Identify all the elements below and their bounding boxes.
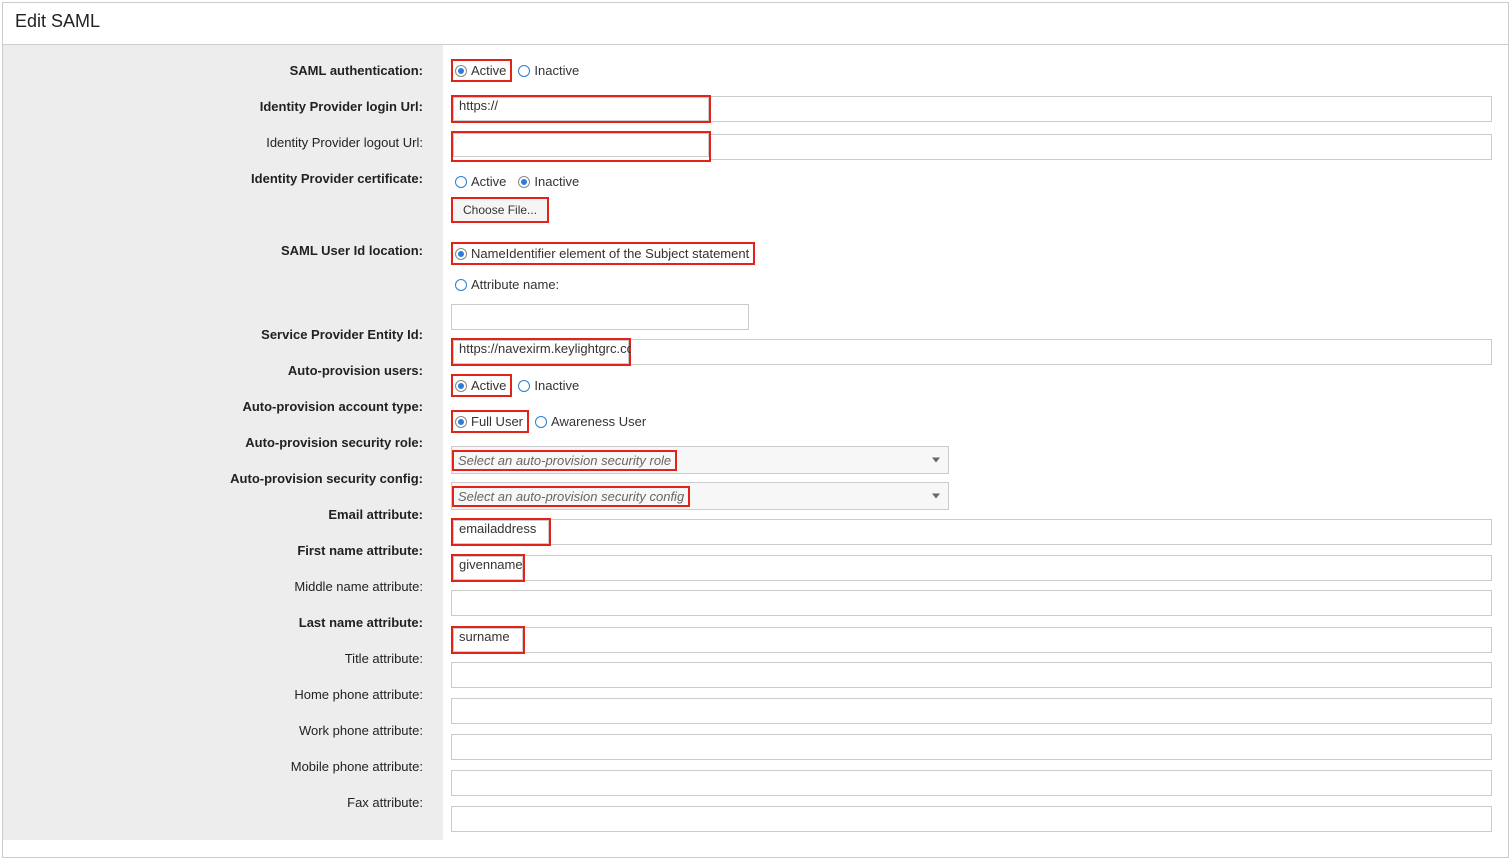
label-auto-prov-role: Auto-provision security role: — [3, 429, 435, 450]
label-first-name: First name attribute: — [3, 537, 435, 558]
edit-saml-page: Edit SAML SAML authentication: Identity … — [2, 2, 1509, 858]
idp-login-input-rest[interactable] — [711, 96, 1492, 122]
label-idp-logout: Identity Provider logout Url: — [3, 129, 435, 150]
work-phone-attr-input[interactable] — [451, 734, 1492, 760]
form-area: SAML authentication: Identity Provider l… — [3, 45, 1508, 840]
mobile-phone-attr-input[interactable] — [451, 770, 1492, 796]
label-saml-auth: SAML authentication: — [3, 57, 435, 78]
radio-auto-prov-awareness[interactable]: Awareness User — [531, 410, 652, 433]
radio-dot-icon — [518, 176, 530, 188]
email-attr-input-rest[interactable] — [551, 519, 1492, 545]
radio-idp-cert-inactive[interactable]: Inactive — [514, 170, 585, 193]
chevron-down-icon — [932, 458, 940, 463]
label-auto-prov: Auto-provision users: — [3, 357, 435, 378]
title-attr-input[interactable] — [451, 662, 1492, 688]
fax-attr-input[interactable] — [451, 806, 1492, 832]
first-name-attr-input[interactable]: givenname — [453, 556, 523, 580]
label-auto-prov-type: Auto-provision account type: — [3, 393, 435, 414]
middle-name-attr-input[interactable] — [451, 590, 1492, 616]
label-email-attr: Email attribute: — [3, 501, 435, 522]
radio-dot-icon — [518, 65, 530, 77]
radio-auto-prov-active[interactable]: Active — [451, 374, 512, 397]
home-phone-attr-input[interactable] — [451, 698, 1492, 724]
radio-saml-auth-active[interactable]: Active — [451, 59, 512, 82]
page-title: Edit SAML — [3, 3, 1508, 45]
label-title-attr: Title attribute: — [3, 645, 435, 666]
label-mobile-phone: Mobile phone attribute: — [3, 753, 435, 774]
radio-dot-icon — [455, 380, 467, 392]
radio-saml-auth-inactive[interactable]: Inactive — [514, 59, 585, 82]
radio-dot-icon — [455, 248, 467, 260]
label-idp-login: Identity Provider login Url: — [3, 93, 435, 114]
label-auto-prov-config: Auto-provision security config: — [3, 465, 435, 486]
dropdown-placeholder: Select an auto-provision security role — [452, 450, 677, 471]
idp-login-input[interactable]: https:// — [453, 97, 709, 121]
radio-auto-prov-fulluser[interactable]: Full User — [451, 410, 529, 433]
last-name-attr-input[interactable]: surname — [453, 628, 523, 652]
sp-entity-input-rest[interactable] — [631, 339, 1492, 365]
label-idp-cert: Identity Provider certificate: — [3, 165, 435, 186]
label-sp-entity: Service Provider Entity Id: — [3, 321, 435, 342]
saml-auth-radio-group: Active Inactive — [451, 59, 1492, 82]
auto-prov-radio-group: Active Inactive — [451, 374, 1492, 397]
radio-dot-icon — [455, 176, 467, 188]
choose-file-button[interactable]: Choose File... — [451, 197, 549, 223]
label-middle-name: Middle name attribute: — [3, 573, 435, 594]
last-name-attr-input-rest[interactable] — [525, 627, 1492, 653]
chevron-down-icon — [932, 494, 940, 499]
label-last-name: Last name attribute: — [3, 609, 435, 630]
email-attr-input[interactable]: emailaddress — [453, 520, 549, 544]
label-column: SAML authentication: Identity Provider l… — [3, 45, 443, 840]
idp-logout-input-rest[interactable] — [711, 134, 1492, 160]
radio-userid-nameid[interactable]: NameIdentifier element of the Subject st… — [451, 242, 755, 265]
radio-userid-attrname[interactable]: Attribute name: — [451, 273, 565, 296]
attr-name-input[interactable] — [451, 304, 749, 330]
idp-cert-radio-group: Active Inactive — [451, 170, 1492, 193]
radio-dot-icon — [455, 65, 467, 77]
label-home-phone: Home phone attribute: — [3, 681, 435, 702]
radio-auto-prov-inactive[interactable]: Inactive — [514, 374, 585, 397]
auto-prov-type-radio-group: Full User Awareness User — [451, 410, 1492, 433]
radio-dot-icon — [518, 380, 530, 392]
label-fax: Fax attribute: — [3, 789, 435, 810]
radio-dot-icon — [535, 416, 547, 428]
label-userid-loc: SAML User Id location: — [3, 237, 435, 258]
radio-idp-cert-active[interactable]: Active — [451, 170, 512, 193]
label-work-phone: Work phone attribute: — [3, 717, 435, 738]
first-name-attr-input-rest[interactable] — [525, 555, 1492, 581]
radio-dot-icon — [455, 416, 467, 428]
auto-prov-role-dropdown[interactable]: Select an auto-provision security role — [451, 446, 949, 474]
auto-prov-config-dropdown[interactable]: Select an auto-provision security config — [451, 482, 949, 510]
sp-entity-input[interactable]: https://navexirm.keylightgrc.com/ — [453, 340, 629, 364]
idp-logout-input[interactable] — [453, 133, 709, 157]
field-column: Active Inactive https:// — [443, 45, 1508, 840]
dropdown-placeholder: Select an auto-provision security config — [452, 486, 690, 507]
radio-dot-icon — [455, 279, 467, 291]
